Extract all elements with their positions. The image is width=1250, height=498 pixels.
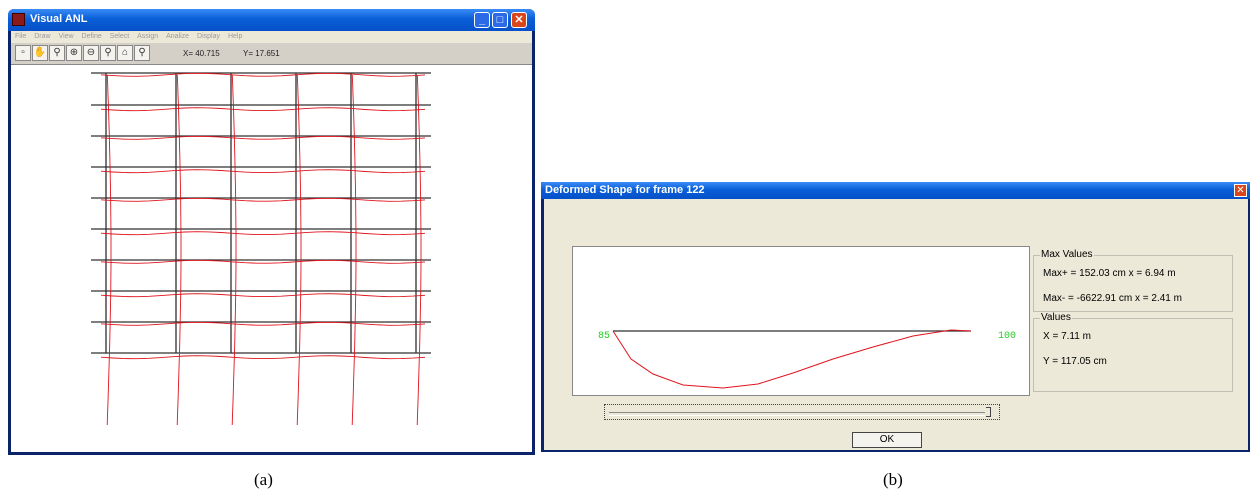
slider-track [609,412,985,416]
deformed-shape-graph: 85 100 [572,246,1030,396]
deformed-beam-5 [100,231,426,236]
pan-hand-icon[interactable]: ✋ [32,45,48,61]
y-value: Y = 117.05 cm [1043,356,1107,367]
zoom-icon[interactable]: ⚲ [49,45,65,61]
deformed-beam-1 [100,107,426,112]
ok-button[interactable]: OK [852,432,922,448]
window-a-title: Visual ANL [30,13,88,25]
close-icon[interactable]: ✕ [1234,184,1247,197]
end-node-label: 100 [998,331,1016,342]
window-a-body: File Draw View Define Select Assign Anal… [11,31,532,452]
deformed-beam-9 [100,355,426,360]
close-icon[interactable]: ✕ [511,12,527,28]
menu-view[interactable]: View [59,33,74,40]
menu-analize[interactable]: Analize [166,33,189,40]
frame-drawing [91,72,431,426]
print-icon[interactable]: ⌂ [117,45,133,61]
deformed-beam-8 [100,321,426,326]
app-logo-icon [12,13,25,26]
deformed-beam-6 [100,259,426,264]
new-icon[interactable]: ▫ [15,45,31,61]
menu-display[interactable]: Display [197,33,220,40]
deformed-column-4 [351,74,357,426]
maximize-icon[interactable]: □ [492,12,508,28]
deformed-column-0 [106,74,112,426]
zoom-in-icon[interactable]: ⊕ [66,45,82,61]
max-minus-value: Max- = -6622.91 cm x = 2.41 m [1043,293,1182,304]
deformed-beam-2 [100,135,426,140]
deformed-column-5 [416,74,422,426]
zoom-out-icon[interactable]: ⊖ [83,45,99,61]
slider-thumb[interactable] [986,407,991,417]
toolbar: ▫ ✋ ⚲ ⊕ ⊖ ⚲ ⌂ ⚲ X= 40.715 Y= 17.651 [11,43,532,65]
zoom-window-icon[interactable]: ⚲ [134,45,150,61]
menu-help[interactable]: Help [228,33,242,40]
deformed-shape-plot: 85 100 [598,329,1016,389]
deformed-column-2 [231,74,237,426]
max-values-group: Max Values Max+ = 152.03 cm x = 6.94 m M… [1033,249,1233,312]
max-values-legend: Max Values [1040,249,1094,260]
zoom-extents-icon[interactable]: ⚲ [100,45,116,61]
deformed-column-3 [296,74,302,426]
dialog-titlebar[interactable]: Deformed Shape for frame 122 ✕ [541,182,1250,199]
menu-select[interactable]: Select [110,33,129,40]
deformed-column-1 [176,74,182,426]
visual-anl-window: Visual ANL _ □ ✕ File Draw View Define S… [8,9,535,455]
deformed-beam-4 [100,197,426,202]
menu-define[interactable]: Define [82,33,102,40]
position-slider[interactable] [604,404,1000,420]
deformed-beam-7 [100,293,426,298]
menubar: File Draw View Define Select Assign Anal… [11,31,532,43]
window-a-titlebar[interactable]: Visual ANL _ □ ✕ [8,9,535,31]
menu-draw[interactable]: Draw [34,33,50,40]
deformed-beam-3 [100,169,426,174]
values-legend: Values [1040,312,1072,323]
coord-y-readout: Y= 17.651 [243,49,280,58]
minimize-icon[interactable]: _ [474,12,490,28]
caption-b: (b) [883,470,903,489]
deformed-shape-dialog: Deformed Shape for frame 122 ✕ 85 100 Ma… [541,182,1250,452]
dialog-title: Deformed Shape for frame 122 [545,184,705,196]
values-group: Values X = 7.11 m Y = 117.05 cm [1033,312,1233,392]
x-value: X = 7.11 m [1043,331,1091,342]
deformed-beam-0 [100,72,426,77]
menu-file[interactable]: File [15,33,26,40]
frame-drawing-canvas[interactable] [11,65,532,452]
max-plus-value: Max+ = 152.03 cm x = 6.94 m [1043,268,1176,279]
menu-assign[interactable]: Assign [137,33,158,40]
deformed-curve [612,329,972,389]
start-node-label: 85 [598,331,610,342]
dialog-body: 85 100 Max Values Max+ = 152.03 cm x = 6… [544,199,1248,450]
coord-x-readout: X= 40.715 [183,49,220,58]
caption-a: (a) [254,470,273,489]
